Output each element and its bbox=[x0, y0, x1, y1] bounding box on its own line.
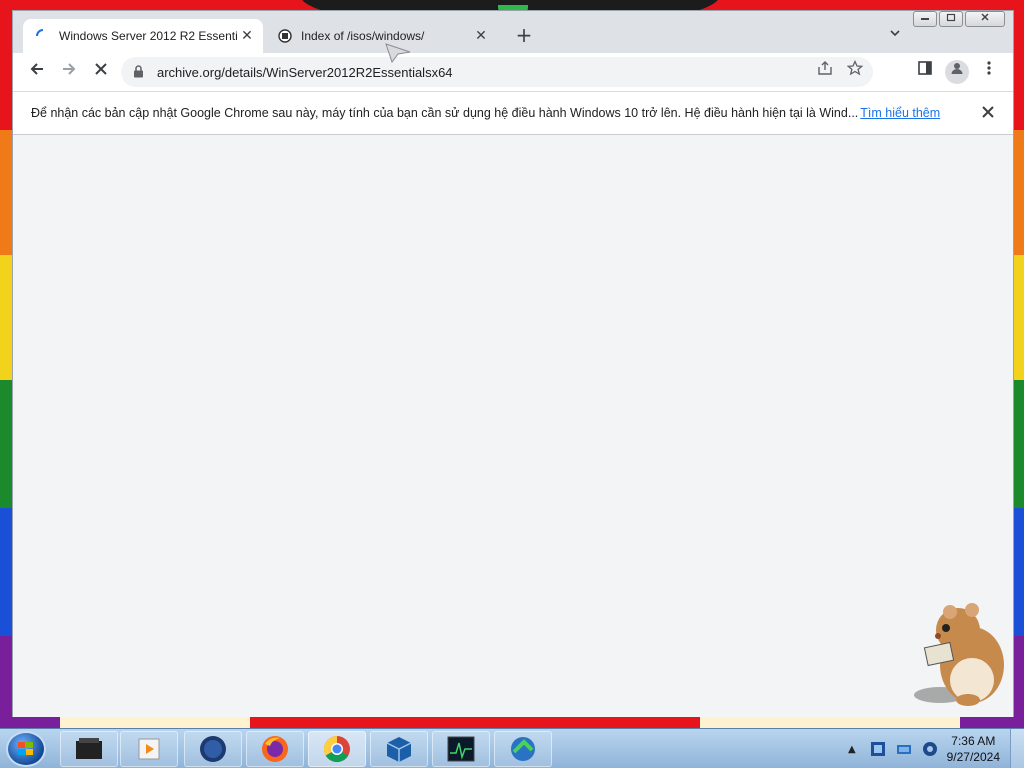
clock-time: 7:36 AM bbox=[951, 734, 996, 748]
restore-button[interactable] bbox=[939, 11, 963, 27]
mouse-cursor-icon bbox=[384, 42, 412, 64]
tab-index-of-isos[interactable]: Index of /isos/windows/ ✕ bbox=[265, 19, 497, 53]
windows-taskbar: ▲ 7:36 AM 9/27/2024 bbox=[0, 728, 1024, 768]
taskbar-network-tool[interactable] bbox=[494, 731, 552, 767]
tab-close-icon[interactable]: ✕ bbox=[237, 26, 257, 46]
network-icon bbox=[511, 737, 535, 761]
clock-date: 9/27/2024 bbox=[946, 750, 1000, 764]
start-button[interactable] bbox=[6, 731, 46, 767]
tray-expand-icon[interactable]: ▲ bbox=[848, 744, 856, 755]
back-button[interactable] bbox=[25, 60, 49, 84]
share-icon[interactable] bbox=[813, 60, 837, 84]
lock-icon[interactable] bbox=[133, 65, 147, 79]
firefox-icon bbox=[262, 736, 288, 762]
chrome-icon bbox=[323, 735, 350, 763]
forward-button[interactable] bbox=[57, 60, 81, 84]
new-tab-button[interactable]: + bbox=[513, 25, 535, 47]
archive-org-favicon-icon bbox=[277, 28, 293, 44]
minimize-button[interactable] bbox=[913, 11, 937, 27]
close-window-button[interactable] bbox=[965, 11, 1005, 27]
explorer-icon bbox=[76, 738, 102, 759]
infobar-message: Để nhận các bản cập nhật Google Chrome s… bbox=[31, 106, 859, 120]
taskbar-chrome[interactable] bbox=[308, 731, 366, 767]
tab-title: Windows Server 2012 R2 Essentials bbox=[59, 29, 237, 43]
taskbar-globe[interactable] bbox=[184, 731, 242, 767]
kebab-menu-icon[interactable] bbox=[977, 60, 1001, 84]
taskbar-task-manager[interactable] bbox=[432, 731, 490, 767]
tab-close-icon[interactable]: ✕ bbox=[471, 26, 491, 46]
bookmark-star-icon[interactable] bbox=[843, 59, 867, 84]
taskbar-clock[interactable]: 7:36 AM 9/27/2024 bbox=[947, 733, 1000, 765]
infobar-close-icon[interactable] bbox=[981, 104, 995, 123]
media-player-icon bbox=[138, 738, 160, 760]
network-tray-icon[interactable] bbox=[896, 741, 912, 757]
tab-windows-server[interactable]: Windows Server 2012 R2 Essentials ✕ bbox=[23, 19, 263, 53]
speaker-tray-icon[interactable] bbox=[922, 741, 938, 757]
tray-app-icon[interactable] bbox=[870, 741, 886, 757]
windows-logo-icon bbox=[18, 742, 33, 755]
chrome-window: Windows Server 2012 R2 Essentials ✕ Inde… bbox=[12, 10, 1014, 717]
virtualbox-icon bbox=[386, 737, 412, 762]
stop-loading-button[interactable] bbox=[89, 60, 113, 84]
wallpaper-bottom-strip-red bbox=[250, 716, 700, 728]
update-infobar: Để nhận các bản cập nhật Google Chrome s… bbox=[13, 91, 1013, 135]
hamster-mascot-icon bbox=[910, 600, 1010, 710]
page-content-area bbox=[13, 135, 1013, 717]
learn-more-link[interactable]: Tìm hiểu thêm bbox=[860, 106, 940, 120]
tab-strip: Windows Server 2012 R2 Essentials ✕ Inde… bbox=[13, 11, 1013, 53]
browser-toolbar: archive.org/details/WinServer2012R2Essen… bbox=[13, 53, 1013, 91]
tab-title: Index of /isos/windows/ bbox=[301, 29, 425, 43]
taskbar-media-player[interactable] bbox=[120, 731, 178, 767]
profile-avatar-icon[interactable] bbox=[945, 60, 969, 84]
taskbar-firefox[interactable] bbox=[246, 731, 304, 767]
side-panel-icon[interactable] bbox=[913, 60, 937, 84]
globe-icon bbox=[200, 736, 226, 762]
url-text[interactable]: archive.org/details/WinServer2012R2Essen… bbox=[157, 65, 813, 80]
taskbar-virtualbox[interactable] bbox=[370, 731, 428, 767]
tab-search-chevron-icon[interactable] bbox=[885, 27, 905, 47]
taskbar-explorer[interactable] bbox=[60, 731, 118, 767]
loading-spinner-icon bbox=[35, 28, 51, 44]
show-desktop-button[interactable] bbox=[1010, 729, 1024, 768]
address-bar[interactable]: archive.org/details/WinServer2012R2Essen… bbox=[121, 57, 873, 87]
task-manager-icon bbox=[447, 736, 475, 762]
window-controls bbox=[913, 11, 1005, 27]
